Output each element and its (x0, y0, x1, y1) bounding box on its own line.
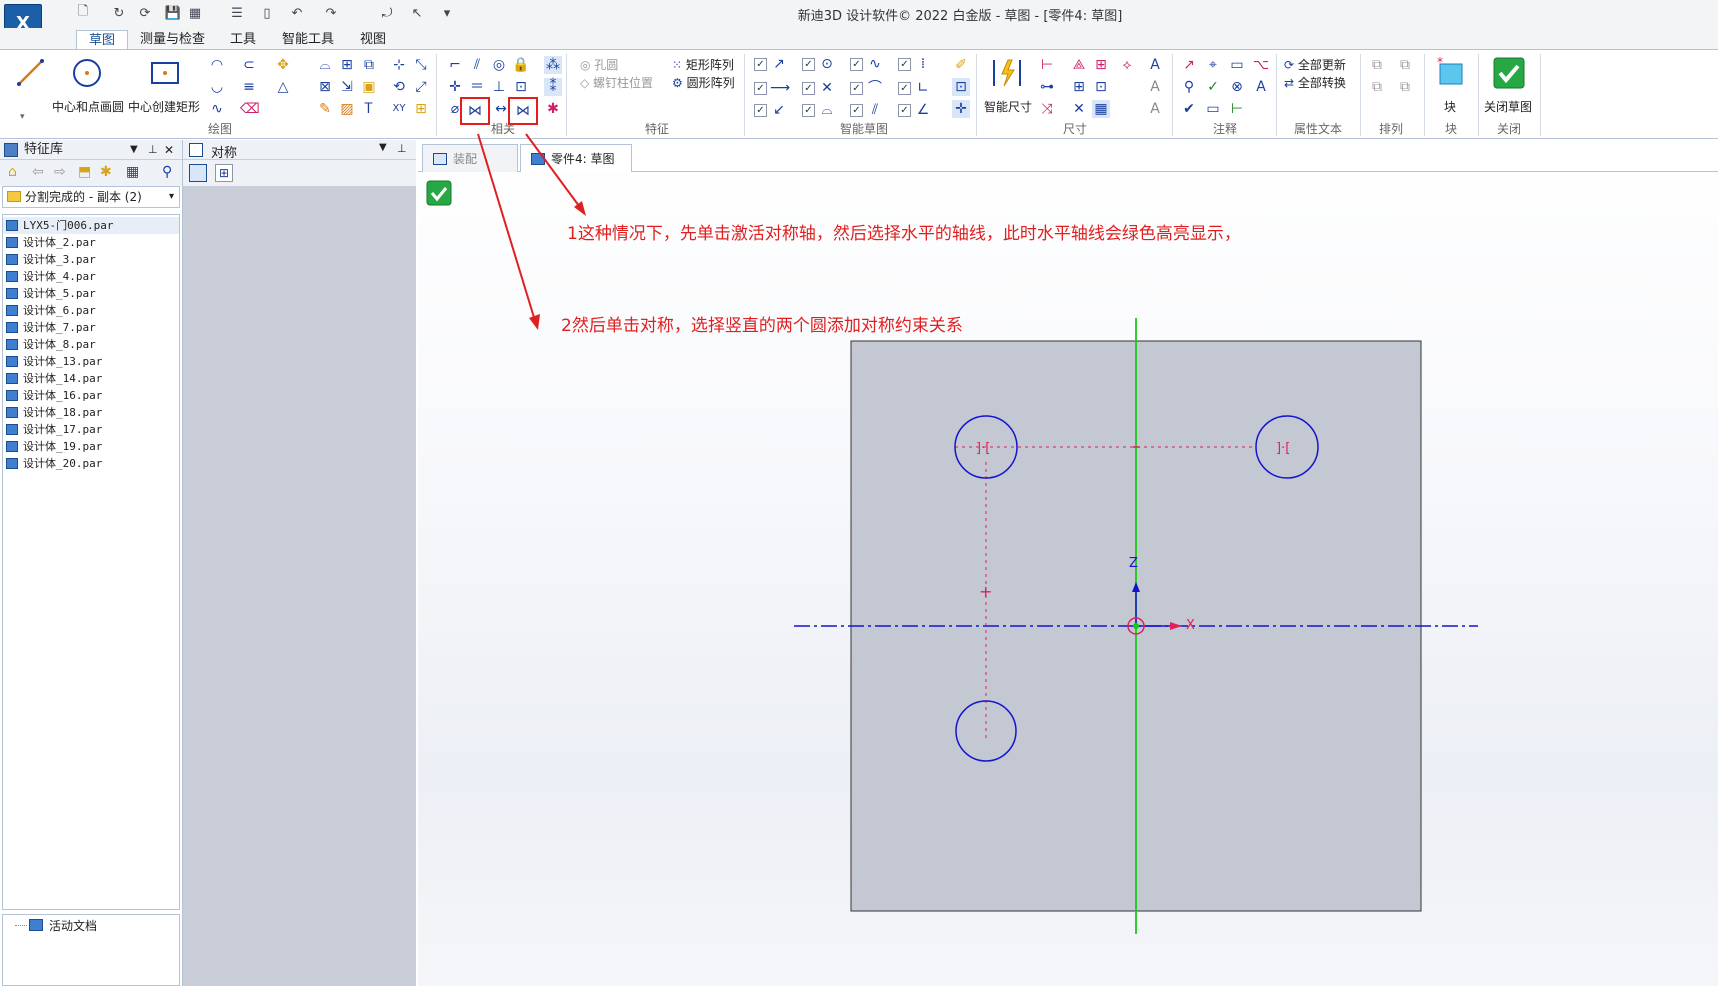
axis-z-label: Z (1129, 556, 1138, 571)
annotation-note-1: 1这种情况下，先单击激活对称轴，然后选择水平的轴线，此时水平轴线会绿色高亮显示， (567, 224, 1241, 244)
origin-dot (1133, 623, 1139, 629)
annotation-arrowhead-2 (529, 314, 540, 330)
midpoint-marker-icon: + (979, 582, 992, 601)
axis-x-label: X (1186, 618, 1195, 633)
symmetric-marker-icon: ]·[ (1276, 441, 1290, 456)
annotation-arrow-1 (525, 133, 583, 211)
annotation-arrow-2 (477, 133, 537, 325)
annotation-note-2: 2然后单击对称，选择竖直的两个圆添加对称约束关系 (561, 316, 963, 336)
symmetric-marker-icon: ]·[ (976, 441, 990, 456)
sketch-overlay: ]·[ ]·[ + (477, 133, 1478, 934)
